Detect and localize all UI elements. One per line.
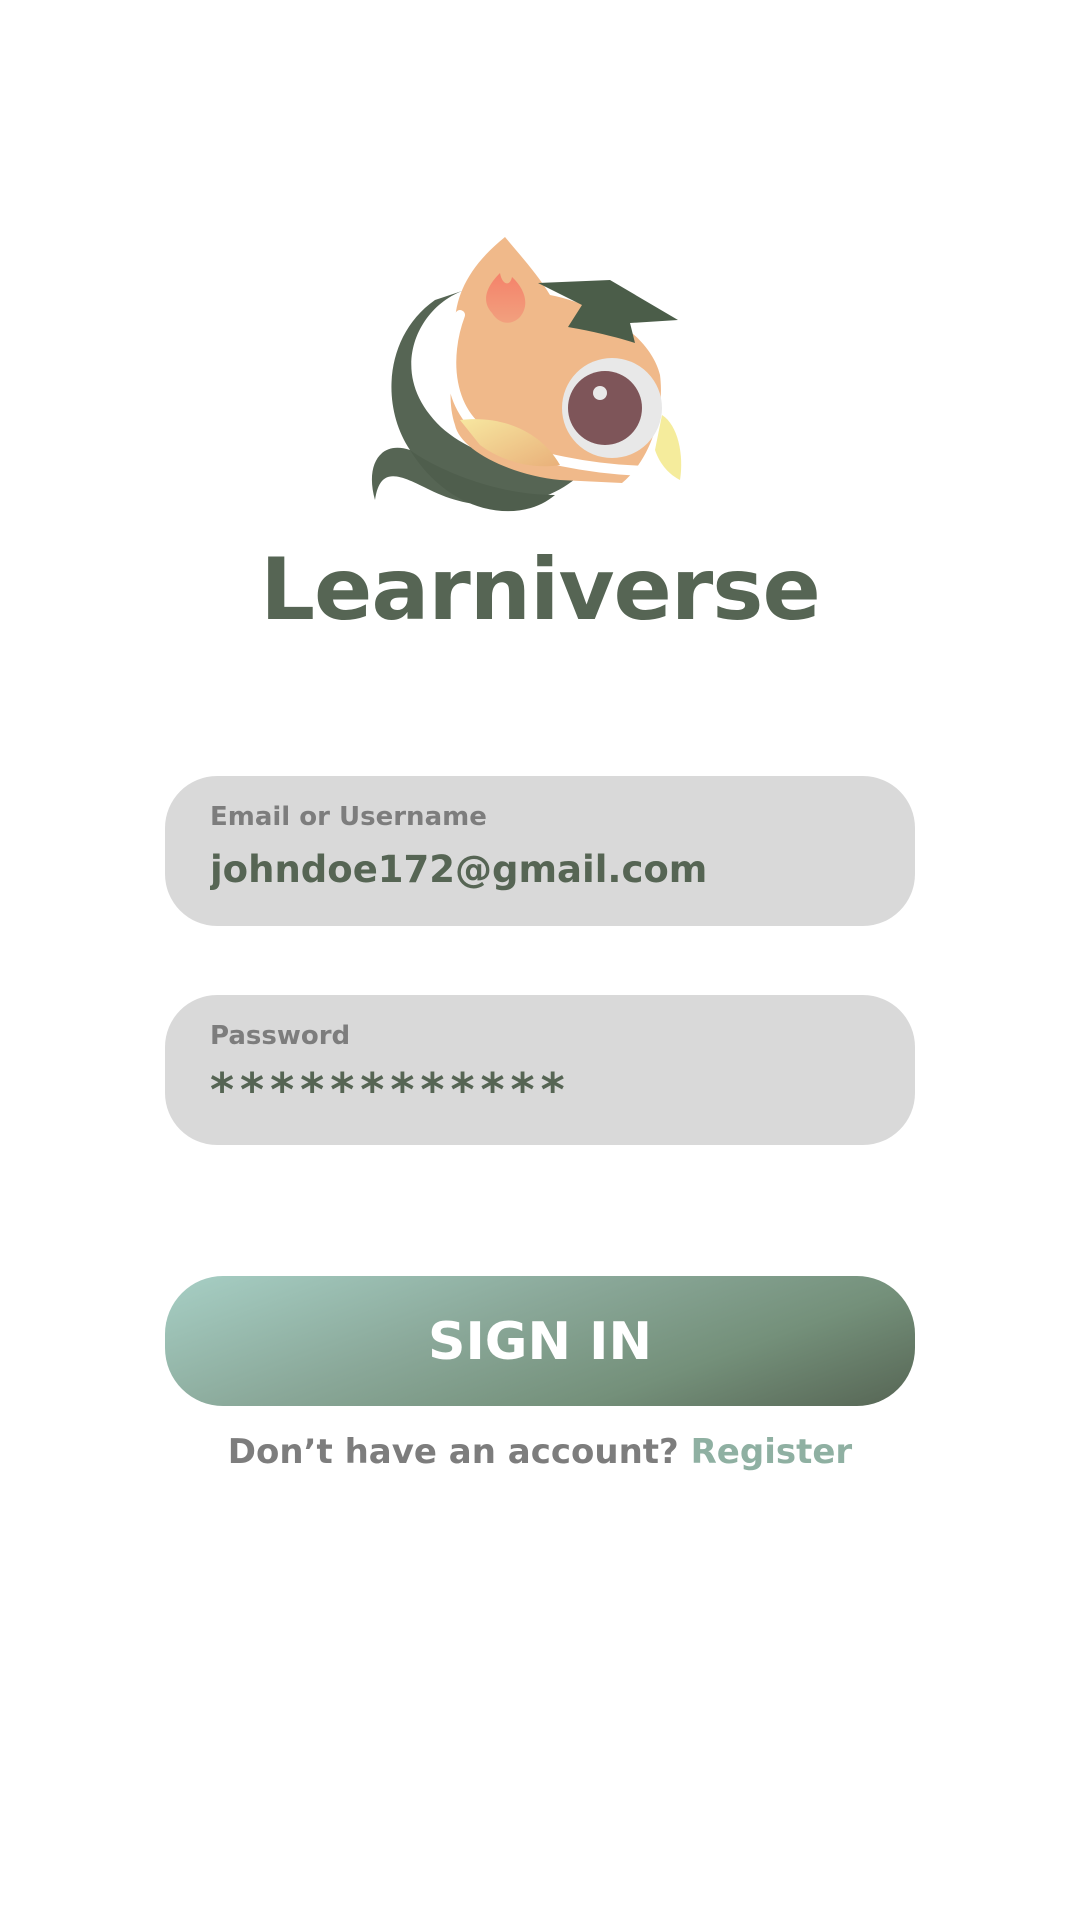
register-link[interactable]: Register bbox=[691, 1432, 853, 1472]
email-label: Email or Username bbox=[210, 802, 487, 832]
owl-logo-icon bbox=[371, 237, 682, 512]
no-account-text: Don’t have an account? bbox=[227, 1432, 679, 1472]
password-label: Password bbox=[210, 1021, 351, 1051]
email-input[interactable] bbox=[210, 848, 870, 891]
email-field[interactable]: Email or Username bbox=[165, 776, 915, 926]
register-row: Don’t have an account? Register bbox=[0, 1432, 1080, 1472]
password-input[interactable] bbox=[210, 1063, 870, 1117]
app-title: Learniverse bbox=[260, 540, 821, 640]
password-field[interactable]: Password bbox=[165, 995, 915, 1145]
sign-in-button[interactable]: SIGN IN bbox=[165, 1276, 915, 1406]
